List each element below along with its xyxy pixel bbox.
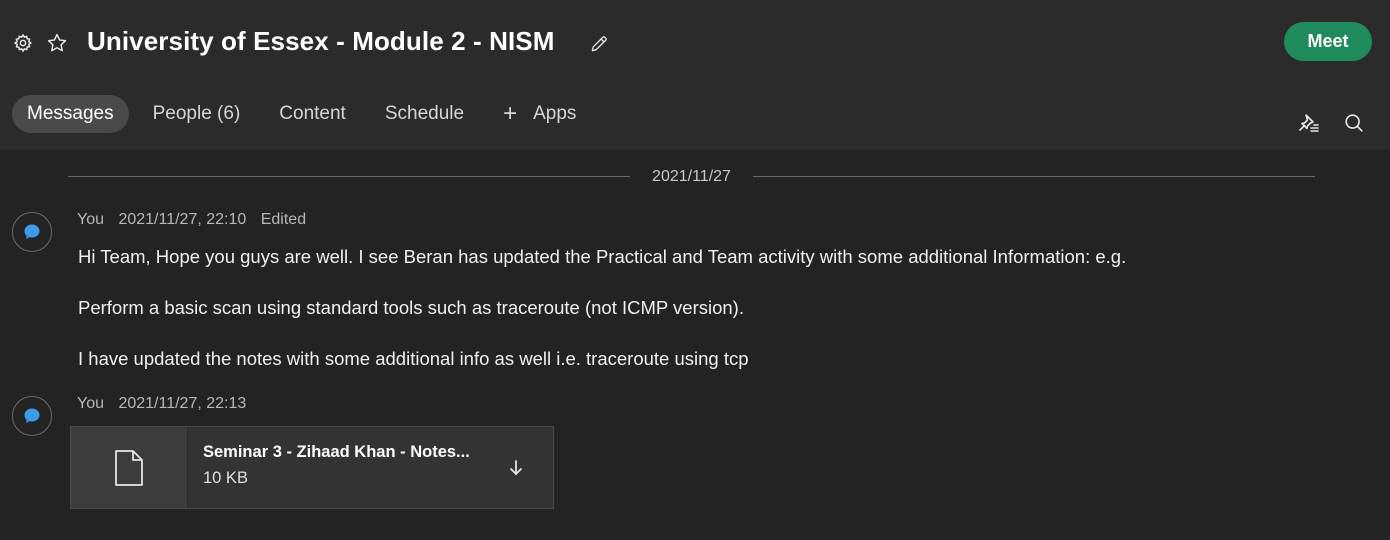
star-icon[interactable] (45, 31, 69, 55)
message-text-line: I have updated the notes with some addit… (78, 348, 749, 369)
avatar[interactable] (12, 212, 52, 252)
date-divider-line-right (753, 176, 1315, 177)
file-size: 10 KB (203, 469, 248, 487)
document-icon (115, 449, 143, 486)
chat-bubble-icon (24, 224, 40, 240)
pencil-icon[interactable] (588, 33, 610, 55)
search-icon[interactable] (1342, 111, 1366, 135)
tab-messages[interactable]: Messages (12, 95, 129, 133)
avatar[interactable] (12, 396, 52, 436)
edited-badge: Edited (260, 211, 307, 228)
file-info: Seminar 3 - Zihaad Khan - Notes... 10 KB (188, 427, 553, 508)
message-author: You (77, 211, 104, 228)
tab-apps[interactable]: + Apps (488, 95, 591, 133)
message-text-line: Hi Team, Hope you guys are well. I see B… (78, 246, 1127, 267)
gear-icon[interactable] (12, 32, 34, 54)
message-timestamp: 2021/11/27, 22:13 (118, 395, 247, 412)
space-header: University of Essex - Module 2 - NISM Me… (0, 0, 1390, 150)
date-divider-label: 2021/11/27 (652, 168, 731, 185)
chat-bubble-icon (24, 408, 40, 424)
file-thumbnail (71, 427, 188, 508)
space-tabs: Messages People (6) Content Schedule + A… (12, 94, 600, 134)
tab-content[interactable]: Content (264, 95, 361, 133)
space-window: University of Essex - Module 2 - NISM Me… (0, 0, 1390, 540)
message-text-line: Perform a basic scan using standard tool… (78, 297, 744, 318)
tab-apps-label: Apps (533, 103, 577, 124)
file-name: Seminar 3 - Zihaad Khan - Notes... (203, 443, 470, 461)
plus-icon: + (503, 100, 518, 127)
date-divider-line-left (68, 176, 630, 177)
message-author: You (77, 395, 104, 412)
message-meta: You 2021/11/27, 22:10 Edited (77, 211, 316, 229)
pin-icon[interactable] (1297, 111, 1321, 135)
tab-people[interactable]: People (6) (138, 95, 256, 133)
meet-button[interactable]: Meet (1284, 22, 1372, 61)
tab-schedule[interactable]: Schedule (370, 95, 479, 133)
file-attachment-card[interactable]: Seminar 3 - Zihaad Khan - Notes... 10 KB (70, 426, 554, 509)
space-title: University of Essex - Module 2 - NISM (87, 26, 555, 56)
download-arrow-icon[interactable] (506, 457, 526, 479)
message-timestamp: 2021/11/27, 22:10 (118, 211, 247, 228)
message-meta: You 2021/11/27, 22:13 (77, 395, 256, 413)
